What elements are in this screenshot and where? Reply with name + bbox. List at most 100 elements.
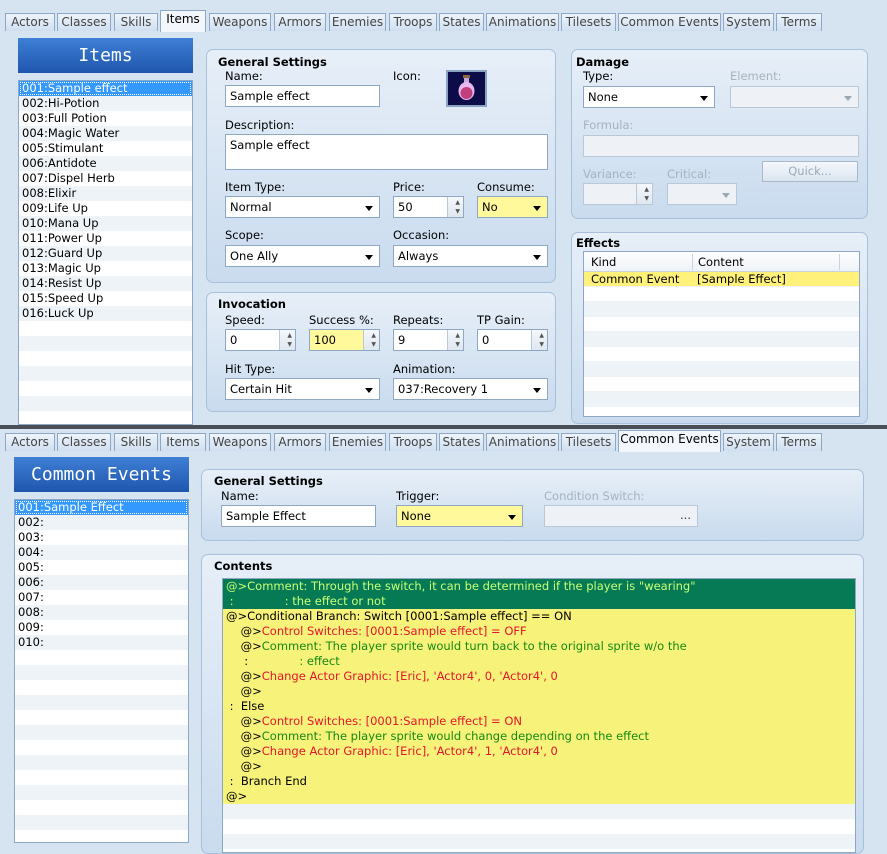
bottom-tab-actors[interactable]: Actors xyxy=(5,433,55,451)
list-item[interactable]: 001:Sample effect xyxy=(19,81,192,96)
ce-name-field[interactable]: Sample Effect xyxy=(221,505,376,527)
list-item-empty[interactable] xyxy=(19,366,192,381)
effects-row-empty[interactable] xyxy=(584,317,859,332)
list-item[interactable]: 014:Resist Up xyxy=(19,276,192,291)
damage-type-dropdown[interactable]: None xyxy=(583,86,715,108)
event-command-line[interactable]: @>Change Actor Graphic: [Eric], 'Actor4'… xyxy=(223,669,855,684)
list-item-empty[interactable] xyxy=(15,800,188,815)
bottom-tab-troops[interactable]: Troops xyxy=(389,433,437,451)
scope-dropdown[interactable]: One Ally xyxy=(225,245,380,267)
list-item[interactable]: 003: xyxy=(15,530,188,545)
list-item-empty[interactable] xyxy=(15,770,188,785)
bottom-tab-items[interactable]: Items xyxy=(160,433,206,451)
list-item[interactable]: 006:Antidote xyxy=(19,156,192,171)
list-item[interactable]: 002: xyxy=(15,515,188,530)
top-tab-terms[interactable]: Terms xyxy=(776,13,822,31)
list-item[interactable]: 006: xyxy=(15,575,188,590)
list-item[interactable]: 013:Magic Up xyxy=(19,261,192,276)
condition-switch-field[interactable]: ... xyxy=(544,505,698,527)
effects-row-empty[interactable] xyxy=(584,287,859,302)
items-list[interactable]: 001:Sample effect 002:Hi-Potion 003:Full P… xyxy=(18,80,193,425)
top-tab-system[interactable]: System xyxy=(723,13,774,31)
bottom-tab-armors[interactable]: Armors xyxy=(274,433,326,451)
bottom-tab-animations[interactable]: Animations xyxy=(486,433,559,451)
effects-row-empty[interactable] xyxy=(584,407,859,416)
repeats-spinner[interactable]: 9 xyxy=(393,329,464,351)
bottom-tab-states[interactable]: States xyxy=(439,433,484,451)
trigger-dropdown[interactable]: None xyxy=(396,505,523,527)
list-item[interactable]: 010:Mana Up xyxy=(19,216,192,231)
event-command-line[interactable]: @>Comment: Through the switch, it can be… xyxy=(223,579,855,594)
event-command-line[interactable]: @> xyxy=(223,759,855,774)
bottom-tab-skills[interactable]: Skills xyxy=(114,433,158,451)
list-item[interactable]: 015:Speed Up xyxy=(19,291,192,306)
list-item[interactable]: 008: xyxy=(15,605,188,620)
list-item-empty[interactable] xyxy=(15,755,188,770)
top-tab-states[interactable]: States xyxy=(439,13,484,31)
list-item-empty[interactable] xyxy=(15,785,188,800)
bottom-tab-terms[interactable]: Terms xyxy=(776,433,822,451)
bottom-tab-common-events[interactable]: Common Events xyxy=(618,430,721,452)
list-item-empty[interactable] xyxy=(19,321,192,336)
top-tab-troops[interactable]: Troops xyxy=(389,13,437,31)
list-item-empty[interactable] xyxy=(19,411,192,424)
effects-row-empty[interactable] xyxy=(584,392,859,407)
top-tab-common-events[interactable]: Common Events xyxy=(618,13,721,31)
item-type-dropdown[interactable]: Normal xyxy=(225,196,380,218)
list-item-empty[interactable] xyxy=(15,710,188,725)
list-item[interactable]: 009: xyxy=(15,620,188,635)
list-item-empty[interactable] xyxy=(19,396,192,411)
top-tab-enemies[interactable]: Enemies xyxy=(329,13,386,31)
common-events-list[interactable]: 001:Sample Effect 002: 003: 004: 005: 006: 007… xyxy=(14,499,189,843)
bottom-tab-tilesets[interactable]: Tilesets xyxy=(561,433,616,451)
effects-row-empty[interactable] xyxy=(584,377,859,392)
hit-type-dropdown[interactable]: Certain Hit xyxy=(225,378,380,400)
list-item-empty[interactable] xyxy=(19,351,192,366)
top-tab-weapons[interactable]: Weapons xyxy=(209,13,271,31)
critical-dropdown[interactable] xyxy=(667,183,737,205)
bottom-tab-classes[interactable]: Classes xyxy=(57,433,111,451)
list-item[interactable]: 009:Life Up xyxy=(19,201,192,216)
list-item[interactable]: 004: xyxy=(15,545,188,560)
bottom-tab-system[interactable]: System xyxy=(723,433,774,451)
event-command-line[interactable]: @>Control Switches: [0001:Sample effect]… xyxy=(223,714,855,729)
list-item-empty[interactable] xyxy=(15,740,188,755)
element-dropdown[interactable] xyxy=(730,86,859,108)
effects-row-empty[interactable] xyxy=(584,347,859,362)
list-item[interactable]: 016:Luck Up xyxy=(19,306,192,321)
event-command-line[interactable]: @> xyxy=(223,789,855,804)
event-command-line[interactable]: @>Change Actor Graphic: [Eric], 'Actor4'… xyxy=(223,744,855,759)
list-item-empty[interactable] xyxy=(15,830,188,842)
description-field[interactable]: Sample effect xyxy=(225,134,548,170)
list-item[interactable]: 003:Full Potion xyxy=(19,111,192,126)
effects-row-empty[interactable] xyxy=(584,332,859,347)
quick-button[interactable]: Quick... xyxy=(762,161,858,182)
list-item-empty[interactable] xyxy=(15,680,188,695)
list-item[interactable]: 005:Stimulant xyxy=(19,141,192,156)
variance-spinner[interactable] xyxy=(583,183,653,205)
event-command-list[interactable]: @>Comment: Through the switch, it can be… xyxy=(222,578,856,853)
list-item[interactable]: 012:Guard Up xyxy=(19,246,192,261)
formula-field[interactable] xyxy=(583,135,859,157)
top-tab-tilesets[interactable]: Tilesets xyxy=(561,13,616,31)
success-spinner[interactable]: 100 xyxy=(309,329,380,351)
event-command-empty[interactable] xyxy=(223,834,855,849)
animation-dropdown[interactable]: 037:Recovery 1 xyxy=(393,378,548,400)
event-command-line[interactable]: @> xyxy=(223,684,855,699)
effects-row[interactable]: Common Event [Sample Effect] xyxy=(584,272,859,287)
event-command-empty[interactable] xyxy=(223,849,855,852)
bottom-tab-weapons[interactable]: Weapons xyxy=(209,433,271,451)
list-item-empty[interactable] xyxy=(19,336,192,351)
condition-switch-button[interactable]: ... xyxy=(680,506,691,525)
effects-table[interactable]: Kind Content Common Event [Sample Effect] xyxy=(583,251,860,417)
event-command-line[interactable]: : Branch End xyxy=(223,774,855,789)
event-command-line[interactable]: @>Conditional Branch: Switch [0001:Sampl… xyxy=(223,609,855,624)
top-tab-animations[interactable]: Animations xyxy=(486,13,559,31)
consume-dropdown[interactable]: No xyxy=(477,196,548,218)
price-spinner[interactable]: 50 xyxy=(393,196,464,218)
effects-row-empty[interactable] xyxy=(584,362,859,377)
event-command-line[interactable]: @>Comment: The player sprite would chang… xyxy=(223,729,855,744)
list-item[interactable]: 004:Magic Water xyxy=(19,126,192,141)
speed-spinner[interactable]: 0 xyxy=(225,329,296,351)
list-item[interactable]: 001:Sample Effect xyxy=(15,500,188,515)
